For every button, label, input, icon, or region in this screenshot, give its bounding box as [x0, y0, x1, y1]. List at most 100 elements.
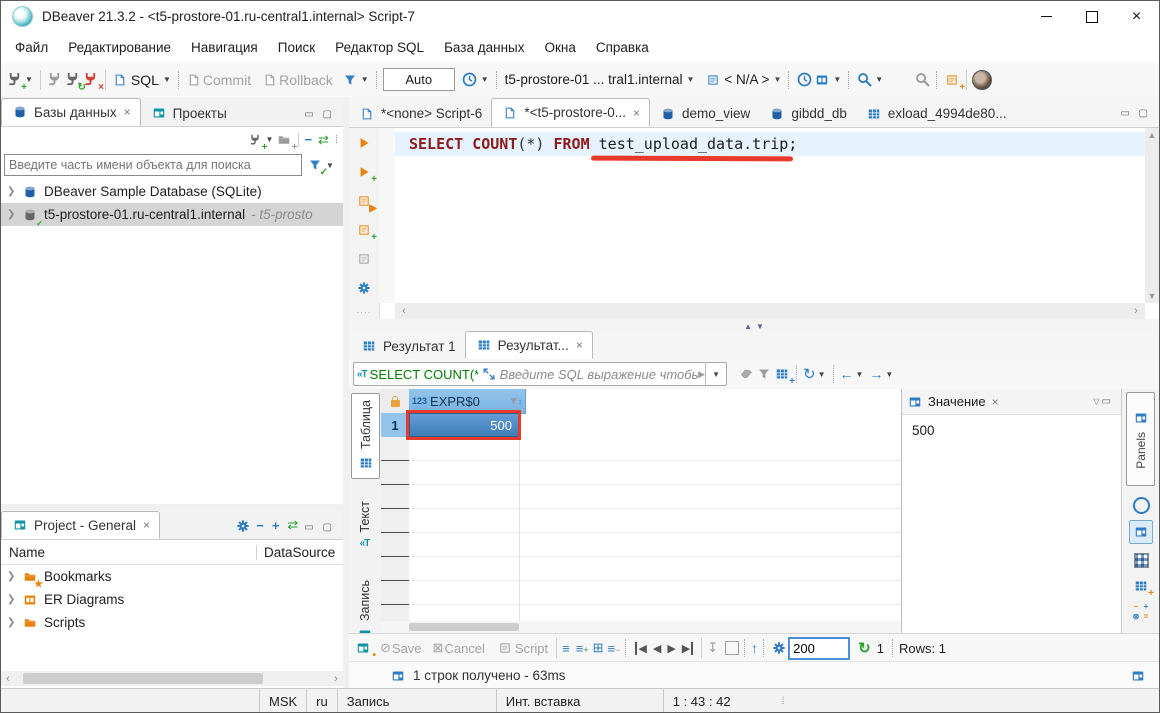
- view-tab-grid[interactable]: Таблица: [351, 393, 380, 479]
- execute-new-tab-icon[interactable]: +: [355, 163, 373, 181]
- duplicate-row-icon[interactable]: ⊞: [593, 640, 604, 656]
- object-search-input[interactable]: [4, 154, 302, 176]
- scroll-down-icon[interactable]: ▼: [1148, 291, 1157, 301]
- fetch-size-input[interactable]: [788, 637, 850, 660]
- menu-search[interactable]: Поиск: [268, 40, 325, 55]
- caret-position-label[interactable]: 1 : 43 : 42: [663, 689, 782, 713]
- quick-search-icon[interactable]: [913, 71, 931, 89]
- active-schema-select[interactable]: < N/A >: [724, 72, 769, 87]
- save-button[interactable]: Save: [392, 641, 422, 656]
- column-datasource-header[interactable]: DataSource: [256, 545, 335, 560]
- transaction-log-icon[interactable]: [341, 71, 359, 89]
- new-connection-icon[interactable]: +: [246, 131, 264, 149]
- minimize-panel-icon[interactable]: ▭ ▢: [304, 522, 335, 533]
- search-dropdown-icon[interactable]: ▼: [875, 75, 883, 84]
- commit-button[interactable]: Commit: [203, 72, 251, 88]
- tab-script-7-active[interactable]: *<t5-prostore-0... ×: [491, 98, 650, 127]
- collapse-up-icon[interactable]: ▲: [744, 322, 752, 331]
- link-editor-icon[interactable]: ⇄: [287, 517, 298, 533]
- dbeaver-profile-icon[interactable]: [972, 70, 992, 90]
- connection-dropdown-icon[interactable]: ▼: [686, 75, 694, 84]
- new-folder-icon[interactable]: +: [275, 131, 293, 149]
- references-panel-icon[interactable]: [1130, 494, 1152, 516]
- project-horizontal-scrollbar[interactable]: ‹ ›: [1, 671, 343, 686]
- close-icon[interactable]: ×: [124, 105, 131, 119]
- network-icon[interactable]: [813, 71, 831, 89]
- empty-grid-rows[interactable]: [409, 437, 902, 621]
- tab-gibdd-db[interactable]: gibdd_db: [759, 100, 856, 127]
- sql-statement[interactable]: SELECT COUNT(*) FROM test_upload_data.tr…: [409, 132, 797, 156]
- close-icon[interactable]: ×: [143, 518, 150, 532]
- tab-script-6[interactable]: *<none> Script-6: [349, 100, 491, 127]
- export-icon[interactable]: ↑: [751, 640, 758, 656]
- scrollbar-thumb[interactable]: [409, 623, 519, 631]
- close-icon[interactable]: ×: [576, 338, 583, 352]
- tab-demo-view[interactable]: demo_view: [650, 100, 759, 127]
- execute-statement-icon[interactable]: [355, 134, 373, 152]
- editor-gear-icon[interactable]: [355, 279, 373, 297]
- metadata-panel-icon[interactable]: [1130, 549, 1152, 571]
- maximize-button[interactable]: [1069, 1, 1114, 32]
- tree-item-t5-prostore[interactable]: ❯ ✓ t5-prostore-01.ru-central1.internal …: [1, 203, 343, 226]
- connect-icon[interactable]: [46, 71, 64, 89]
- edit-value-icon[interactable]: ≡: [562, 641, 570, 656]
- value-tab-label[interactable]: Значение: [928, 394, 986, 409]
- network-dropdown-icon[interactable]: ▼: [833, 75, 841, 84]
- grid-horizontal-scrollbar[interactable]: [381, 621, 902, 633]
- previous-row-icon[interactable]: ◀: [653, 642, 661, 655]
- add-row-icon[interactable]: ≡+: [576, 641, 589, 656]
- timezone-label[interactable]: MSK: [259, 689, 306, 713]
- editor-horizontal-scrollbar[interactable]: ‹ ›: [395, 303, 1145, 319]
- filter-icon[interactable]: ✓: [306, 156, 324, 174]
- tab-projects[interactable]: Проекты: [141, 100, 236, 126]
- menu-windows[interactable]: Окна: [534, 40, 585, 55]
- collapse-down-icon[interactable]: ▼: [756, 322, 764, 331]
- value-content[interactable]: 500: [902, 415, 1122, 446]
- panels-toggle-button[interactable]: Panels: [1126, 392, 1155, 486]
- filter-placeholder[interactable]: Введите SQL выражение чтобы отфильтро: [500, 367, 698, 382]
- back-icon[interactable]: ←: [840, 366, 854, 382]
- view-tab-text[interactable]: Текст «T: [351, 489, 378, 561]
- panel-menu-icon[interactable]: ▽: [1093, 397, 1099, 406]
- first-row-icon[interactable]: ◀: [635, 642, 646, 655]
- editor-vertical-scrollbar[interactable]: ▲ ▼: [1145, 128, 1159, 303]
- new-connection-icon[interactable]: +: [5, 71, 23, 89]
- commit-mode-select[interactable]: Auto: [383, 68, 455, 91]
- menu-navigation[interactable]: Навигация: [181, 40, 268, 55]
- menu-edit[interactable]: Редактирование: [58, 40, 181, 55]
- tab-result-1[interactable]: Результат 1: [351, 333, 465, 359]
- menu-help[interactable]: Справка: [586, 40, 659, 55]
- disconnect-icon[interactable]: ×: [82, 71, 100, 89]
- fetch-next-page-icon[interactable]: ↧: [707, 640, 718, 656]
- row-mode-label[interactable]: Запись: [337, 689, 496, 713]
- link-editor-icon[interactable]: ⇄: [318, 132, 329, 148]
- next-row-icon[interactable]: ▶: [667, 642, 675, 655]
- expand-all-icon[interactable]: +: [272, 518, 280, 533]
- auto-refresh-icon[interactable]: ↻: [858, 639, 871, 657]
- tab-exload[interactable]: exload_4994de80...: [856, 100, 1016, 127]
- forward-dropdown-icon[interactable]: ▼: [885, 370, 893, 379]
- collapse-all-icon[interactable]: −: [256, 518, 264, 533]
- cancel-button[interactable]: Cancel: [444, 641, 484, 656]
- remove-filter-icon[interactable]: [755, 365, 773, 383]
- code-area[interactable]: SELECT COUNT(*) FROM test_upload_data.tr…: [395, 128, 1145, 303]
- chevron-right-icon[interactable]: ❯: [7, 571, 21, 582]
- chevron-right-icon[interactable]: ❯: [7, 209, 21, 220]
- menu-file[interactable]: Файл: [5, 40, 58, 55]
- menu-database[interactable]: База данных: [434, 40, 534, 55]
- chevron-right-icon[interactable]: ❯: [7, 186, 21, 197]
- view-menu-icon[interactable]: ⁞: [335, 134, 339, 146]
- tree-item-scripts[interactable]: ❯ Scripts: [1, 611, 343, 634]
- schema-dropdown-icon[interactable]: ▼: [773, 75, 781, 84]
- refresh-results-icon[interactable]: ↻: [803, 365, 816, 383]
- tab-project-general[interactable]: Project - General ×: [1, 511, 160, 539]
- dashboard-icon[interactable]: [795, 71, 813, 89]
- filter-history-dropdown-icon[interactable]: ▼: [705, 363, 726, 385]
- expand-filter-icon[interactable]: [480, 365, 498, 383]
- execute-script-new-tab-icon[interactable]: +: [355, 221, 373, 239]
- sql-editor-icon[interactable]: [111, 71, 129, 89]
- column-name-header[interactable]: Name: [1, 545, 256, 560]
- value-panel-icon[interactable]: [1129, 520, 1153, 544]
- last-row-icon[interactable]: ▶: [682, 642, 693, 655]
- refresh-dropdown-icon[interactable]: ▼: [818, 370, 826, 379]
